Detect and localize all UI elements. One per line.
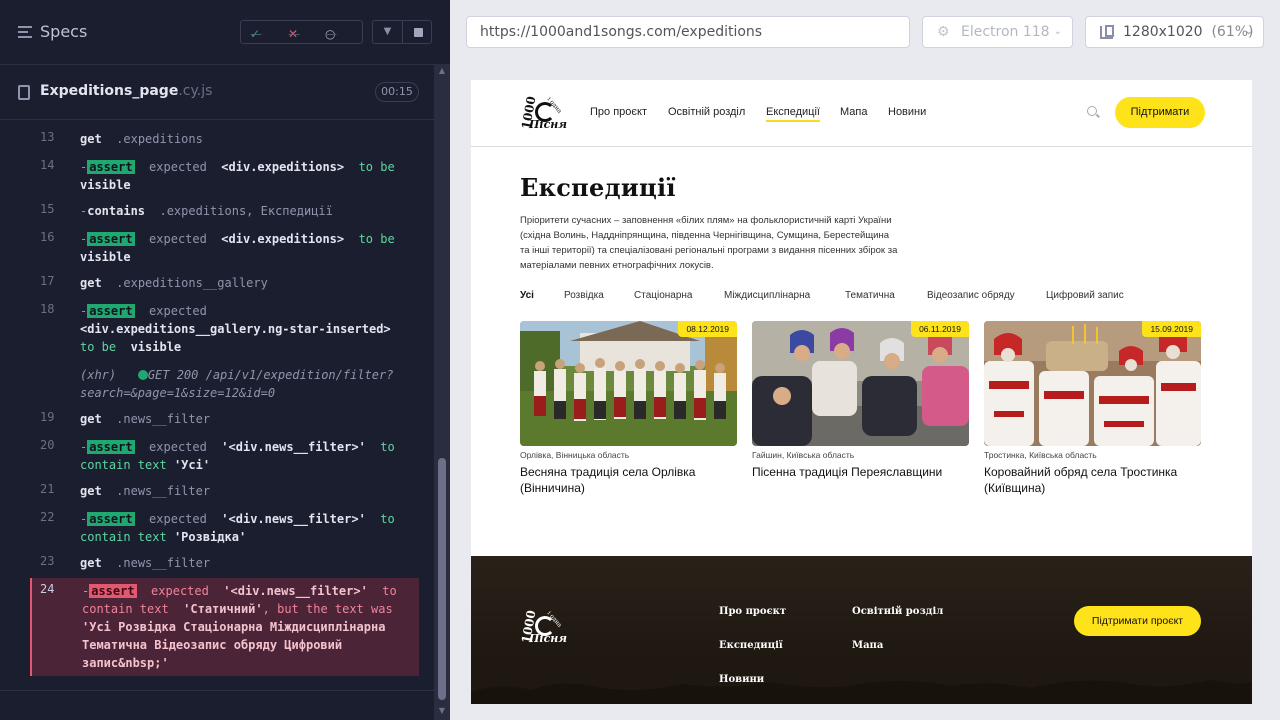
cypress-command-log-panel: Specs ✓ — ✕ — ○ — ▼ Expeditions_page.cy.… [0, 0, 450, 720]
command-row[interactable]: 22 - assert expected '<div.news__filter>'… [30, 510, 419, 546]
expedition-location: Тростинка, Київська область [984, 450, 1097, 460]
scroll-up-icon[interactable]: ▲ [438, 66, 446, 75]
command-row[interactable]: 16 - assert expected <div.expeditions> to… [30, 230, 419, 266]
test-stats: ✓ — ✕ — ○ — [240, 20, 363, 44]
filter-ritual-video[interactable]: Відеозапис обряду [927, 290, 1015, 301]
command-row[interactable]: 23 get .news__filter [30, 554, 419, 572]
footer-link-about[interactable]: Про проєкт [719, 606, 786, 617]
expedition-title[interactable]: Пісенна традиція Переяславщини [752, 464, 969, 480]
filter-all[interactable]: Усі [520, 290, 534, 301]
command-row[interactable]: 19 get .news__filter [30, 410, 419, 428]
footer-link-news[interactable]: Новини [719, 674, 764, 685]
site-logo[interactable]: 1000 і одна Пісня [519, 90, 575, 134]
browser-selector[interactable]: ⚙ Electron 118 ⌄ [922, 16, 1073, 48]
filter-interdisciplinary[interactable]: Міждисциплінарна [724, 290, 810, 301]
app-under-test-panel: https://1000and1songs.com/expeditions ⚙ … [450, 0, 1280, 720]
expedition-photo[interactable]: 15.09.2019 [984, 321, 1201, 446]
url-bar[interactable]: https://1000and1songs.com/expeditions [466, 16, 910, 48]
command-row[interactable]: 13 get .expeditions [30, 130, 419, 148]
footer-link-map[interactable]: Мапа [852, 640, 883, 651]
stop-button[interactable] [402, 20, 432, 44]
support-button[interactable]: Підтримати [1115, 97, 1205, 128]
viewport-selector[interactable]: 1280x1020 (61%) ⌄ [1085, 16, 1264, 48]
search-icon[interactable] [1087, 106, 1097, 116]
footer-link-expeditions[interactable]: Експедиції [719, 640, 783, 651]
expedition-title[interactable]: Весняна традиція села Орлівка (Вінничина… [520, 464, 737, 496]
command-row[interactable]: 21 get .news__filter [30, 482, 419, 500]
expedition-location: Гайшин, Київська область [752, 450, 855, 460]
site-footer: 1000 і одна Пісня Про проєкт Освітній ро… [471, 556, 1252, 704]
command-row[interactable]: 18 - assert expected <div.expeditions__ga… [30, 302, 419, 356]
page-title: Експедиції [520, 173, 676, 202]
file-icon [18, 85, 30, 100]
nav-education[interactable]: Освітній розділ [668, 106, 745, 118]
stop-icon [414, 28, 423, 37]
footer-support-button[interactable]: Підтримати проєкт [1074, 606, 1201, 636]
assert-badge: assert [87, 512, 135, 526]
hamburger-icon[interactable] [18, 26, 32, 38]
filter-reconnaissance[interactable]: Розвідка [564, 290, 604, 301]
command-log: 13 get .expeditions 14 - assert expected … [0, 120, 434, 690]
scrollbar-thumb[interactable] [438, 458, 446, 700]
specs-header: Specs ✓ — ✕ — ○ — ▼ [0, 0, 450, 64]
browser-icon: ⚙ [937, 24, 950, 40]
nav-about[interactable]: Про проєкт [590, 106, 647, 118]
footer-link-education[interactable]: Освітній розділ [852, 606, 943, 617]
nav-news[interactable]: Новини [888, 106, 926, 118]
website-iframe: 1000 і одна Пісня Про проєкт Освітній ро… [471, 80, 1252, 704]
assert-badge: assert [87, 440, 135, 454]
xhr-status-icon [137, 370, 148, 380]
command-row[interactable]: 14 - assert expected <div.expeditions> to… [30, 158, 419, 194]
assert-fail-badge: assert [89, 584, 137, 598]
scroll-down-icon[interactable]: ▼ [438, 706, 446, 715]
expedition-date: 06.11.2019 [911, 321, 969, 337]
chevron-down-icon: ⌄ [1053, 26, 1062, 37]
command-row[interactable]: 15 -contains .expeditions, Експедиції [30, 202, 419, 220]
page-description: Пріоритети сучасних – заповнення «білих … [520, 215, 898, 271]
command-row[interactable]: 17 get .expeditions__gallery [30, 274, 419, 292]
assert-badge: assert [87, 232, 135, 246]
command-log-footer [0, 690, 434, 720]
filter-thematic[interactable]: Тематична [845, 290, 895, 301]
nav-expeditions[interactable]: Експедиції [766, 106, 820, 122]
spec-duration: 00:15 [375, 82, 419, 102]
viewport-icon [1100, 25, 1114, 39]
specs-title[interactable]: Specs [40, 22, 87, 41]
command-row[interactable]: 20 - assert expected '<div.news__filter>'… [30, 438, 419, 474]
expedition-date: 08.12.2019 [678, 321, 737, 337]
expedition-title[interactable]: Коровайний обряд села Тростинка (Київщин… [984, 464, 1201, 496]
assert-badge: assert [87, 160, 135, 174]
nav-map[interactable]: Мапа [840, 106, 867, 118]
filter-stationary[interactable]: Стаціонарна [634, 290, 693, 301]
failed-command-row[interactable]: 24 - assert expected '<div.news__filter>'… [30, 578, 419, 676]
expedition-location: Орлівка, Вінницька область [520, 450, 630, 460]
expedition-photo[interactable]: 08.12.2019 [520, 321, 737, 446]
spec-file-row[interactable]: Expeditions_page.cy.js 00:15 [0, 64, 434, 120]
chevron-down-icon: ⌄ [1244, 26, 1253, 37]
footer-background [471, 680, 1252, 704]
xhr-row[interactable]: (xhr) GET 200 /api/v1/expedition/filter?… [30, 366, 419, 402]
filter-digital-record[interactable]: Цифровий запис [1046, 290, 1124, 301]
assert-badge: assert [87, 304, 135, 318]
footer-logo[interactable]: 1000 і одна Пісня [519, 604, 575, 648]
chevron-down-icon[interactable]: ▼ [372, 20, 402, 44]
spec-file-name: Expeditions_page.cy.js [40, 83, 213, 99]
expedition-date: 15.09.2019 [1142, 321, 1201, 337]
site-header: 1000 і одна Пісня Про проєкт Освітній ро… [471, 80, 1252, 147]
expedition-photo[interactable]: 06.11.2019 [752, 321, 969, 446]
